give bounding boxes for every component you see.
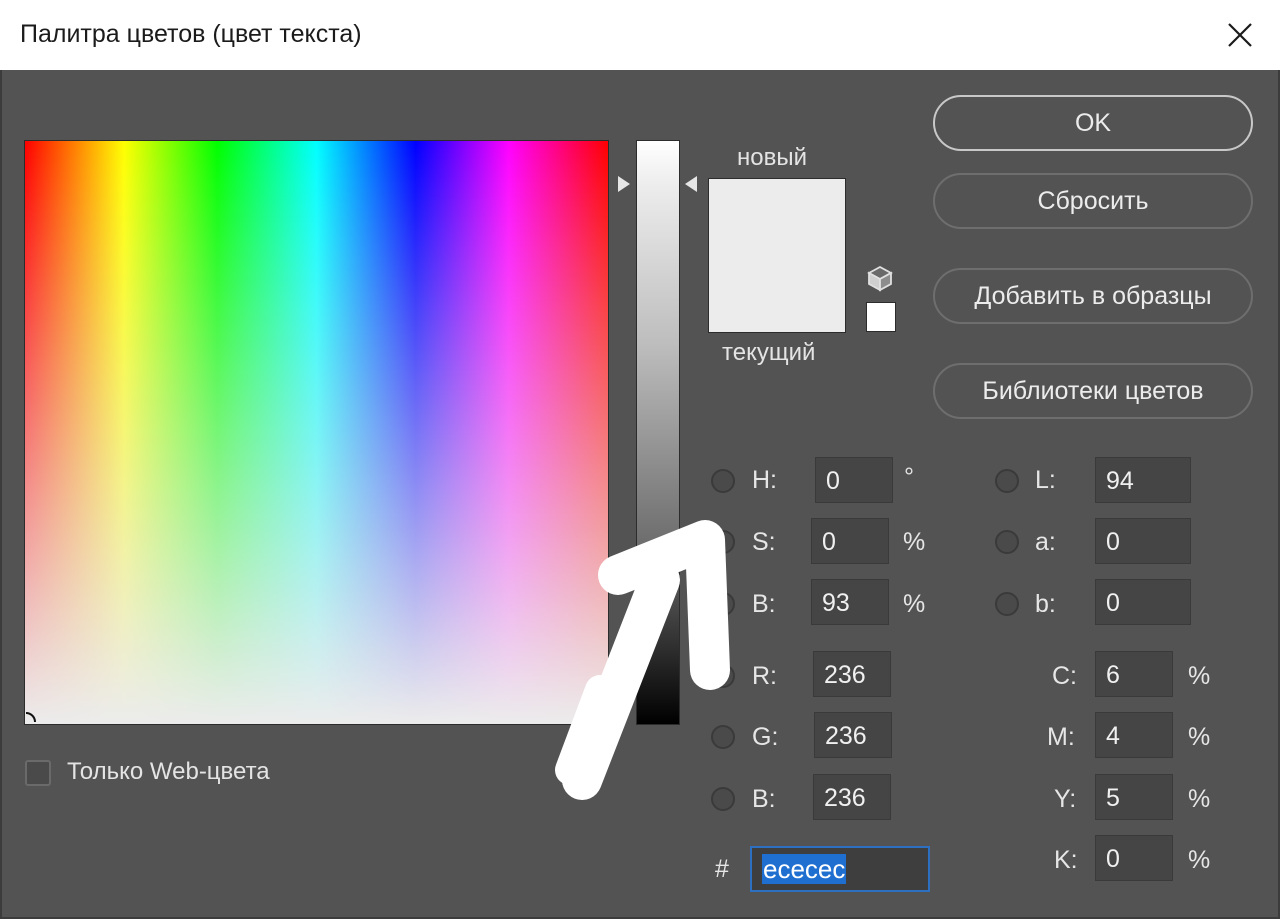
color-libraries-button[interactable]: Библиотеки цветов: [933, 363, 1253, 419]
lab-b-label: b:: [1035, 590, 1056, 618]
color-field[interactable]: [24, 140, 609, 725]
s-label: S:: [752, 528, 776, 556]
title-bar: Палитра цветов (цвет текста): [0, 0, 1280, 71]
hex-label: #: [715, 855, 729, 883]
c-label: C:: [1052, 662, 1077, 690]
current-color-swatch[interactable]: [709, 255, 845, 332]
a-label: a:: [1035, 528, 1056, 556]
b-unit: %: [903, 590, 926, 618]
y-label: Y:: [1054, 785, 1077, 813]
radio-h[interactable]: [711, 469, 735, 493]
l-input[interactable]: 94: [1095, 457, 1191, 503]
slider-left-arrow-icon[interactable]: [618, 176, 630, 192]
web-colors-only-checkbox[interactable]: [25, 760, 51, 786]
close-icon: [1228, 23, 1252, 47]
c-input[interactable]: 6: [1095, 651, 1173, 697]
g-input[interactable]: 236: [814, 712, 892, 758]
k-input[interactable]: 0: [1095, 835, 1173, 881]
y-input[interactable]: 5: [1095, 774, 1173, 820]
slider-right-arrow-icon[interactable]: [685, 176, 697, 192]
color-preview: [708, 178, 846, 333]
a-input[interactable]: 0: [1095, 518, 1191, 564]
k-unit: %: [1188, 846, 1211, 874]
radio-a[interactable]: [995, 530, 1019, 554]
k-label: K:: [1054, 846, 1078, 874]
web-safe-swatch[interactable]: [866, 302, 896, 332]
r-label: R:: [752, 662, 777, 690]
current-color-label: текущий: [722, 339, 816, 366]
h-unit: °: [904, 463, 914, 491]
r-input[interactable]: 236: [813, 651, 891, 697]
close-button[interactable]: [1200, 0, 1280, 70]
c-unit: %: [1188, 662, 1211, 690]
add-to-swatches-button[interactable]: Добавить в образцы: [933, 268, 1253, 324]
arrow-annotation-icon: [555, 520, 730, 800]
m-input[interactable]: 4: [1095, 712, 1173, 758]
new-color-swatch: [709, 179, 845, 256]
b-label: B:: [752, 590, 776, 618]
h-label: H:: [752, 466, 777, 494]
s-input[interactable]: 0: [811, 518, 889, 564]
radio-l[interactable]: [995, 469, 1019, 493]
radio-lab-b[interactable]: [995, 592, 1019, 616]
blue-label: B:: [752, 785, 776, 813]
g-label: G:: [752, 723, 779, 751]
l-label: L:: [1035, 466, 1056, 494]
reset-button[interactable]: Сбросить: [933, 173, 1253, 229]
b-input[interactable]: 93: [811, 579, 889, 625]
m-label: M:: [1047, 723, 1075, 751]
new-color-label: новый: [737, 144, 808, 171]
h-input[interactable]: 0: [815, 457, 893, 503]
hex-input[interactable]: ececec: [750, 846, 930, 892]
lab-b-input[interactable]: 0: [1095, 579, 1191, 625]
out-of-web-gamut-cube-icon[interactable]: [866, 264, 894, 292]
y-unit: %: [1188, 785, 1211, 813]
ok-button[interactable]: OK: [933, 95, 1253, 151]
hex-value: ececec: [762, 854, 847, 884]
web-colors-only-label: Только Web-цвета: [67, 758, 270, 785]
blue-input[interactable]: 236: [813, 774, 891, 820]
window-title: Палитра цветов (цвет текста): [20, 20, 362, 48]
m-unit: %: [1188, 723, 1211, 751]
s-unit: %: [903, 528, 926, 556]
